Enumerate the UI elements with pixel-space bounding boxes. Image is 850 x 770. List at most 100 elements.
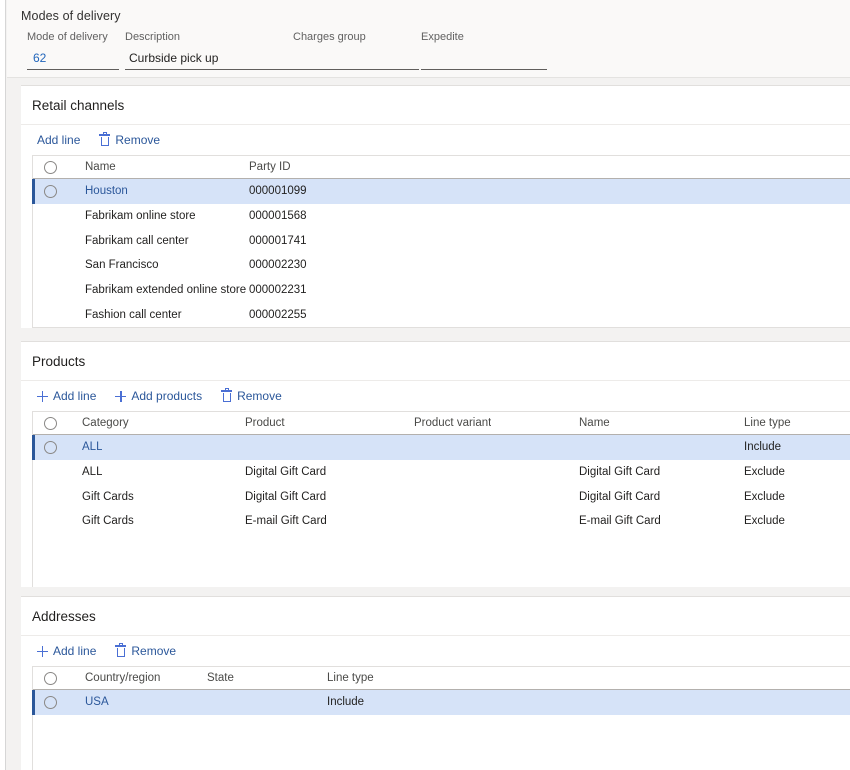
mode-of-delivery-input[interactable] bbox=[27, 49, 119, 70]
addresses-add-line-button[interactable]: Add line bbox=[35, 641, 98, 661]
select-all-radio[interactable] bbox=[44, 417, 57, 430]
table-row[interactable]: ALL Include bbox=[33, 435, 850, 460]
field-charges-group: Charges group bbox=[293, 30, 419, 72]
label-charges-group: Charges group bbox=[293, 30, 419, 44]
select-all-radio[interactable] bbox=[44, 161, 57, 174]
button-label: Remove bbox=[115, 132, 160, 148]
retail-channels-remove-button[interactable]: Remove bbox=[97, 130, 162, 150]
table-row[interactable]: Gift CardsE-mail Gift CardE-mail Gift Ca… bbox=[33, 509, 850, 534]
column-header-name[interactable]: Name bbox=[85, 156, 116, 178]
products-remove-button[interactable]: Remove bbox=[219, 386, 284, 406]
retail-channels-header-row: Name Party ID bbox=[33, 156, 850, 179]
column-header-party-id[interactable]: Party ID bbox=[249, 156, 291, 178]
trash-icon bbox=[115, 645, 126, 657]
retail-channels-grid: Name Party IDHouston000001099Fabrikam onl… bbox=[32, 155, 850, 328]
addresses-remove-button[interactable]: Remove bbox=[113, 641, 178, 661]
cell-line-type: Include bbox=[327, 690, 364, 715]
addresses-section: Addresses Add line Remove Country/region S… bbox=[21, 596, 850, 770]
cell-line-type: Exclude bbox=[744, 509, 785, 534]
retail-channels-toolbar: Add line Remove bbox=[21, 125, 850, 155]
products-add-line-button[interactable]: Add line bbox=[35, 386, 98, 406]
plus-icon bbox=[115, 391, 126, 402]
column-header-name[interactable]: Name bbox=[579, 412, 610, 434]
modes-of-delivery-header: Modes of delivery Mode of delivery Descr… bbox=[7, 0, 850, 78]
retail-channels-title: Retail channels bbox=[21, 86, 850, 125]
column-header-country-region[interactable]: Country/region bbox=[85, 667, 160, 689]
cell-line-type: Include bbox=[744, 435, 781, 460]
table-row[interactable]: Fabrikam extended online store000002231 bbox=[33, 278, 850, 303]
button-label: Remove bbox=[131, 643, 176, 659]
addresses-grid: Country/region State Line type USA Include bbox=[32, 666, 850, 770]
description-input[interactable] bbox=[125, 49, 293, 70]
page-title: Modes of delivery bbox=[21, 9, 121, 23]
cell-product: Digital Gift Card bbox=[245, 484, 326, 509]
addresses-empty-area bbox=[33, 715, 850, 770]
table-row[interactable]: Fabrikam online store 000001568 bbox=[33, 204, 850, 229]
addresses-title: Addresses bbox=[21, 597, 850, 636]
table-row[interactable]: Houston000001099 bbox=[33, 179, 850, 204]
label-mode-of-delivery: Mode of delivery bbox=[27, 30, 119, 44]
cell-category: Gift Cards bbox=[82, 509, 134, 534]
field-mode-of-delivery: Mode of delivery bbox=[27, 30, 119, 72]
cell-line-type: Exclude bbox=[744, 460, 785, 485]
cell-name: Fabrikam online store bbox=[85, 204, 196, 229]
column-header-state[interactable]: State bbox=[207, 667, 234, 689]
row-select-radio[interactable] bbox=[44, 185, 57, 198]
cell-product: Digital Gift Card bbox=[245, 460, 326, 485]
cell-party-id: 000002255 bbox=[249, 302, 307, 327]
cell-name: Fabrikam extended online store bbox=[85, 278, 246, 303]
column-header-line-type[interactable]: Line type bbox=[327, 667, 374, 689]
table-row[interactable]: San Francisco 000002230 bbox=[33, 253, 850, 278]
table-row[interactable]: USA Include bbox=[33, 690, 850, 715]
plus-icon bbox=[37, 646, 48, 657]
table-row[interactable]: Gift Cards Digital Gift Card Digital Gift … bbox=[33, 484, 850, 509]
cell-name: San Francisco bbox=[85, 253, 159, 278]
table-row[interactable]: Fabrikam call center 000001741 bbox=[33, 228, 850, 253]
cell-party-id: 000002231 bbox=[249, 278, 307, 303]
cell-party-id: 000001099 bbox=[249, 179, 307, 204]
table-row[interactable]: Fashion call center 000002255 bbox=[33, 302, 850, 327]
charges-group-input[interactable] bbox=[293, 49, 419, 70]
row-select-radio[interactable] bbox=[44, 696, 57, 709]
header-fields: Mode of delivery Description Charges gro… bbox=[21, 30, 841, 74]
column-header-product-variant[interactable]: Product variant bbox=[414, 412, 491, 434]
table-row[interactable]: ALL Digital Gift Card Digital Gift Card Exc… bbox=[33, 460, 850, 485]
cell-party-id: 000001568 bbox=[249, 204, 307, 229]
cell-category: ALL bbox=[82, 435, 102, 460]
label-expedite: Expedite bbox=[421, 30, 547, 44]
retail-channels-section: Retail channels Add line Remove Name Party… bbox=[21, 85, 850, 328]
expedite-input[interactable] bbox=[421, 49, 547, 70]
row-select-radio[interactable] bbox=[44, 441, 57, 454]
cell-party-id: 000002230 bbox=[249, 253, 307, 278]
products-title: Products bbox=[21, 342, 850, 381]
products-header-row: Category Product Product variant Name Line t… bbox=[33, 412, 850, 435]
cell-line-type: Exclude bbox=[744, 484, 785, 509]
label-description: Description bbox=[125, 30, 293, 44]
retail-channels-add-line-button[interactable]: Add line bbox=[35, 130, 82, 150]
field-expedite: Expedite bbox=[421, 30, 547, 72]
column-header-category[interactable]: Category bbox=[82, 412, 129, 434]
button-label: Remove bbox=[237, 388, 282, 404]
cell-name: Digital Gift Card bbox=[579, 460, 660, 485]
button-label: Add line bbox=[53, 643, 96, 659]
column-header-line-type[interactable]: Line type bbox=[744, 412, 791, 434]
cell-name: Fabrikam call center bbox=[85, 228, 189, 253]
trash-icon bbox=[221, 390, 232, 402]
page-root: Modes of delivery Mode of delivery Descr… bbox=[0, 0, 850, 770]
cell-category: ALL bbox=[82, 460, 102, 485]
products-toolbar: Add line Add products Remove bbox=[21, 381, 850, 411]
cell-party-id: 000001741 bbox=[249, 228, 307, 253]
button-label: Add line bbox=[53, 388, 96, 404]
column-header-product[interactable]: Product bbox=[245, 412, 285, 434]
addresses-header-row: Country/region State Line type bbox=[33, 667, 850, 690]
addresses-toolbar: Add line Remove bbox=[21, 636, 850, 666]
select-all-radio[interactable] bbox=[44, 672, 57, 685]
products-add-products-button[interactable]: Add products bbox=[113, 386, 204, 406]
trash-icon bbox=[99, 134, 110, 146]
cell-category: Gift Cards bbox=[82, 484, 134, 509]
cell-name: Digital Gift Card bbox=[579, 484, 660, 509]
cell-name: Fashion call center bbox=[85, 302, 182, 327]
cell-country-region: USA bbox=[85, 690, 109, 715]
button-label: Add products bbox=[131, 388, 202, 404]
field-description: Description bbox=[125, 30, 293, 72]
